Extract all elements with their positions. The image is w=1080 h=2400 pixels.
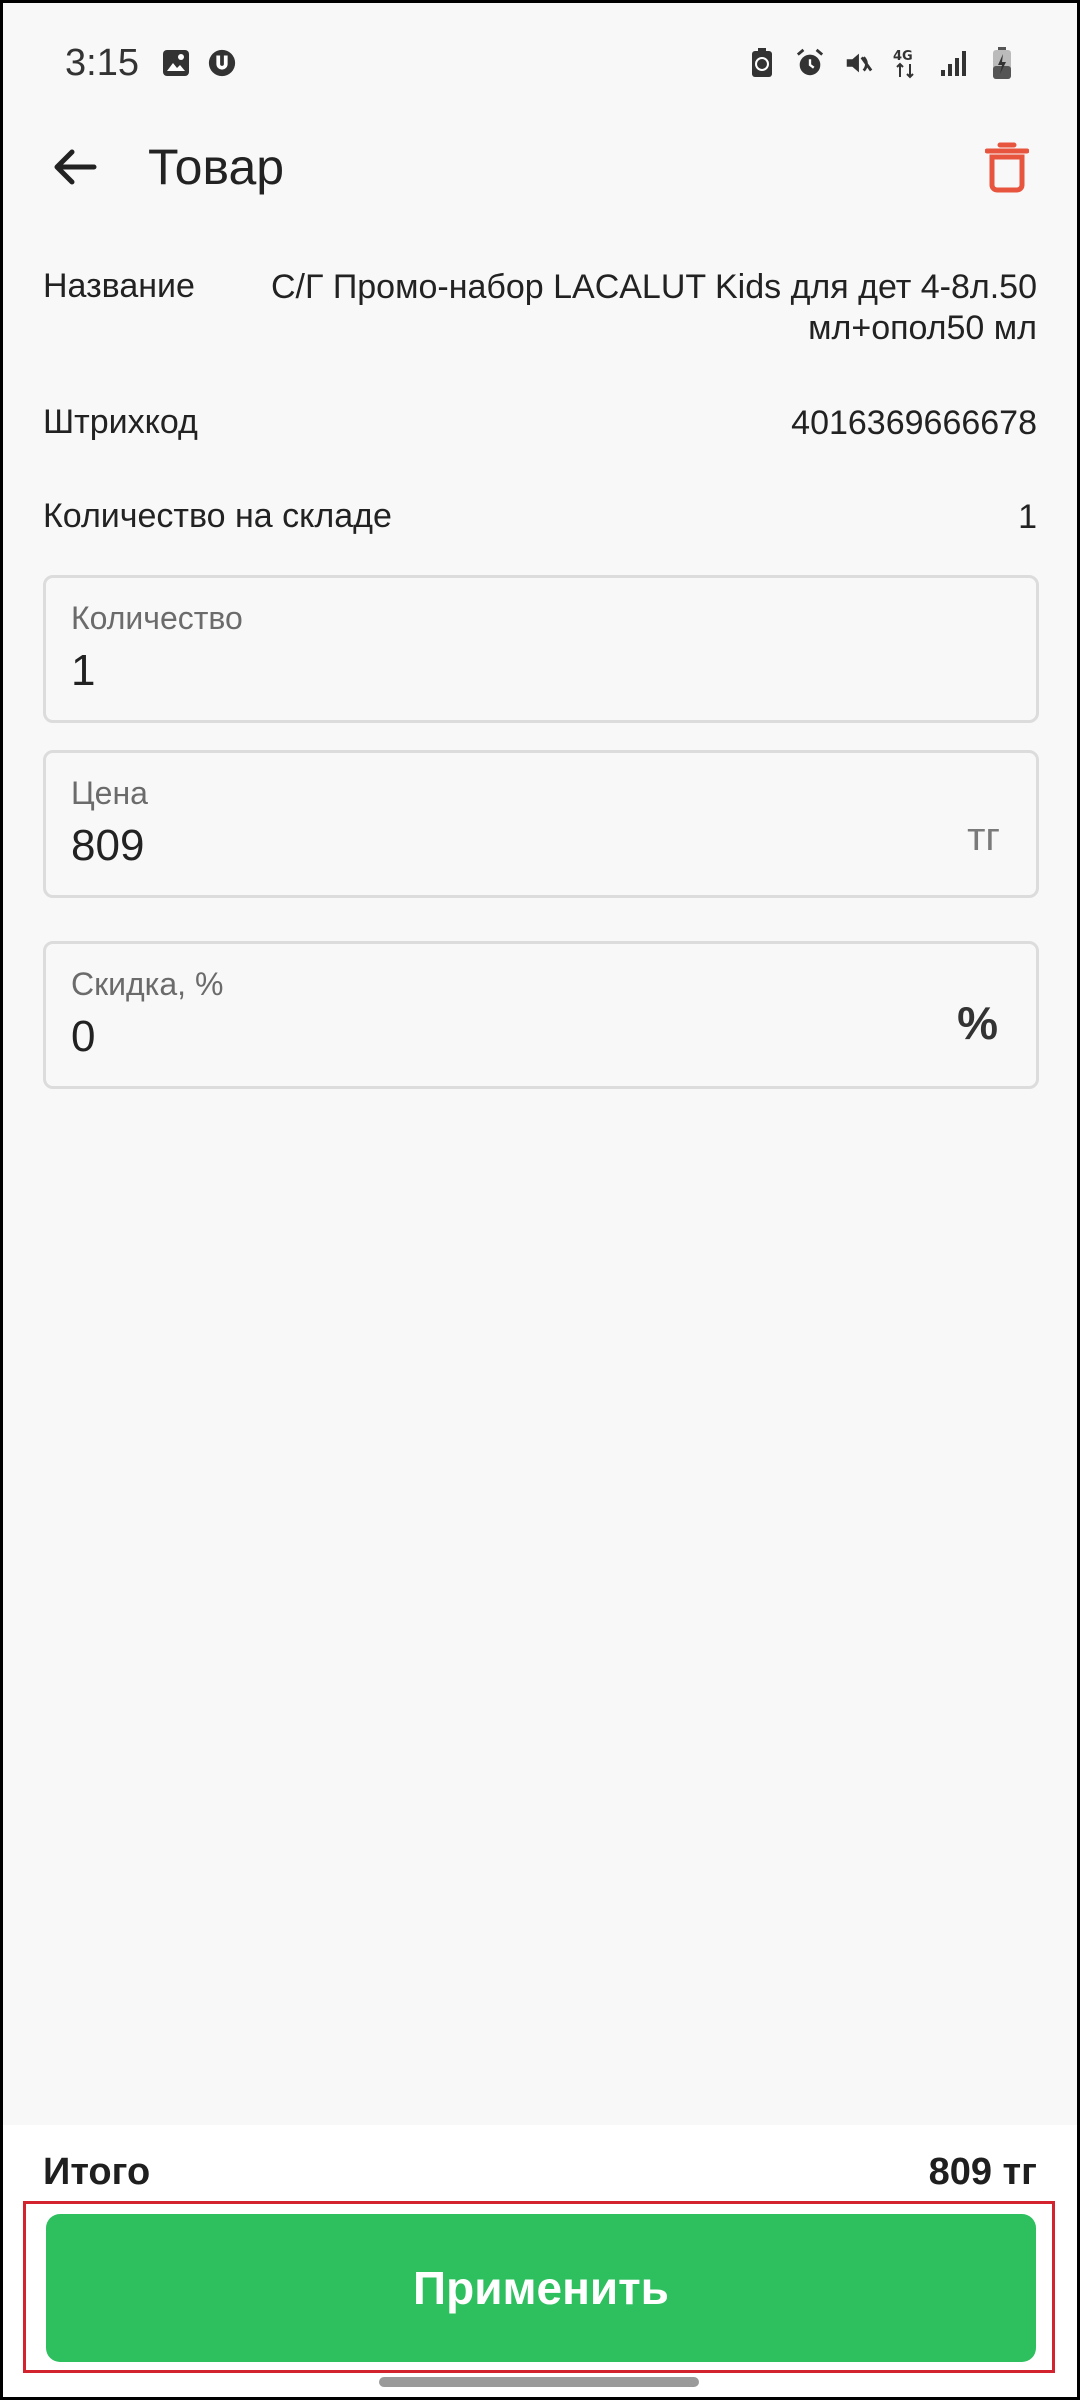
apply-button-highlight: Применить <box>23 2201 1055 2373</box>
u-badge-icon <box>207 48 237 78</box>
total-label: Итого <box>43 2151 151 2193</box>
app-bar: Товар <box>3 123 1077 211</box>
barcode-value: 4016369666678 <box>791 404 1037 442</box>
alarm-icon <box>795 48 825 78</box>
mute-icon <box>843 48 873 78</box>
discount-field[interactable]: Скидка, % 0 % <box>43 941 1039 1089</box>
name-row: Название С/Г Промо-набор LACALUT Kids дл… <box>43 267 1037 349</box>
name-value: С/Г Промо-набор LACALUT Kids для дет 4-8… <box>270 268 1037 347</box>
quantity-label: Количество <box>71 600 243 636</box>
recycle-battery-icon <box>747 48 777 78</box>
svg-text:4G: 4G <box>893 49 913 64</box>
apply-button[interactable]: Применить <box>46 2214 1036 2362</box>
stock-label: Количество на складе <box>43 497 392 535</box>
percent-suffix: % <box>957 997 998 1049</box>
status-bar: 3:15 4G <box>3 3 1077 123</box>
gesture-nav-handle[interactable] <box>379 2377 699 2387</box>
price-label: Цена <box>71 775 148 811</box>
total-row: Итого 809 тг <box>43 2151 1037 2194</box>
back-button[interactable] <box>43 135 107 199</box>
status-left-icons <box>161 48 237 78</box>
barcode-row: Штрихкод 4016369666678 <box>43 403 1037 444</box>
barcode-label: Штрихкод <box>43 403 198 441</box>
quantity-field[interactable]: Количество 1 <box>43 575 1039 723</box>
trash-icon <box>985 142 1029 193</box>
signal-icon <box>939 48 969 78</box>
delete-button[interactable] <box>975 135 1039 199</box>
quantity-value[interactable]: 1 <box>71 646 95 696</box>
image-icon <box>161 48 191 78</box>
screen: 3:15 4G Товар Название С/Г Промо-набор L… <box>3 3 1077 2397</box>
discount-value[interactable]: 0 <box>71 1012 95 1062</box>
arrow-left-icon <box>54 149 97 185</box>
price-field[interactable]: Цена 809 тг <box>43 750 1039 898</box>
name-label: Название <box>43 267 195 305</box>
stock-value: 1 <box>1018 498 1037 536</box>
page-title: Товар <box>148 139 285 195</box>
discount-label: Скидка, % <box>71 966 224 1002</box>
status-time: 3:15 <box>65 41 139 84</box>
battery-charging-icon <box>987 47 1017 79</box>
4g-icon: 4G <box>891 48 921 79</box>
bottom-panel: Итого 809 тг Применить <box>3 2125 1077 2397</box>
total-value: 809 тг <box>928 2151 1037 2193</box>
status-right-icons: 4G <box>747 47 1017 79</box>
stock-row: Количество на складе 1 <box>43 497 1037 538</box>
price-currency-suffix: тг <box>967 815 1000 859</box>
price-value[interactable]: 809 <box>71 821 144 871</box>
